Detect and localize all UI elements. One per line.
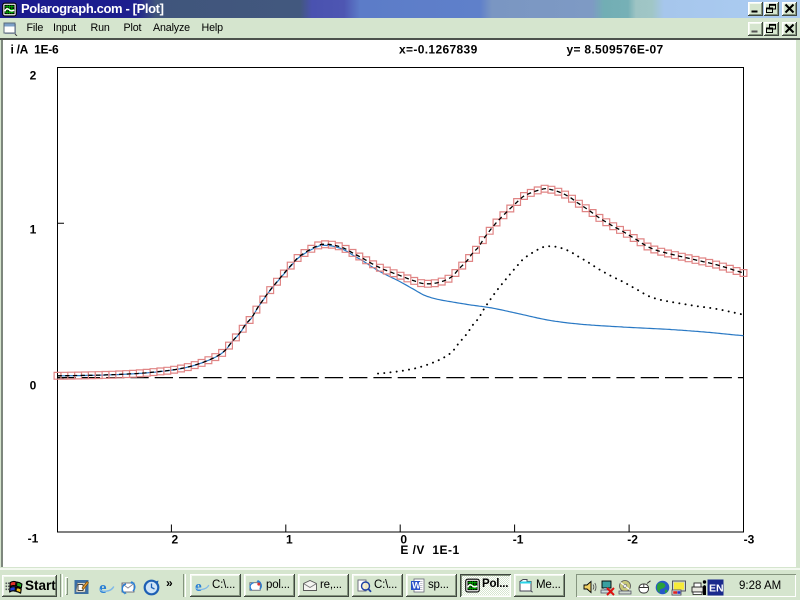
svg-text:0: 0 (30, 378, 37, 392)
svg-text:x=-0.1267839: x=-0.1267839 (399, 43, 478, 57)
svg-text:2: 2 (30, 69, 37, 83)
svg-text:E /V 1E-1: E /V 1E-1 (400, 543, 459, 557)
svg-text:-2: -2 (627, 533, 638, 547)
svg-text:EN: EN (709, 583, 724, 595)
svg-text:-3: -3 (744, 533, 755, 547)
svg-text:1: 1 (286, 533, 293, 547)
svg-text:2: 2 (172, 533, 179, 547)
svg-text:e: e (195, 579, 202, 594)
svg-text:-1: -1 (513, 533, 524, 547)
svg-text:i /A 1E-6: i /A 1E-6 (11, 43, 59, 57)
svg-text:e: e (99, 579, 107, 596)
svg-text:W: W (412, 580, 421, 590)
svg-text:-1: -1 (28, 532, 39, 546)
svg-text:1: 1 (30, 222, 37, 236)
svg-text:y= 8.509576E-07: y= 8.509576E-07 (567, 43, 664, 57)
